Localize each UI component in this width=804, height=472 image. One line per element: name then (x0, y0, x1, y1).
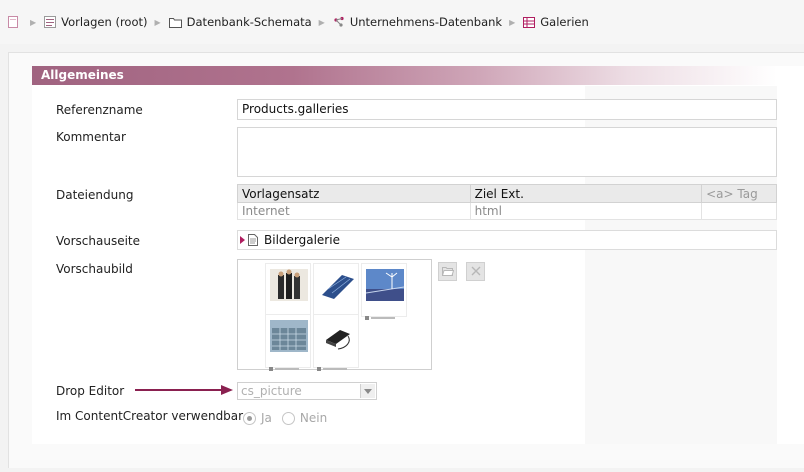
chevron-down-icon[interactable] (360, 384, 375, 398)
solar-panel-image (318, 269, 356, 301)
label-kommentar: Kommentar (56, 130, 126, 144)
referenzname-input[interactable]: Products.galleries (237, 99, 777, 120)
cell-a-tag (701, 202, 777, 220)
people-image (270, 269, 308, 301)
folder-open-icon (441, 265, 454, 279)
label-dateiendung: Dateiendung (56, 188, 134, 202)
breadcrumb-item-vorlagen[interactable]: Vorlagen (root) (44, 15, 148, 29)
separator-icon: ▶ (509, 17, 516, 27)
separator-icon: ▶ (154, 17, 161, 27)
breadcrumb-label: Galerien (540, 15, 589, 29)
preview-image-box[interactable] (237, 259, 432, 371)
breadcrumb: ▶ Vorlagen (root) ▶ Datenbank-Schemata ▶… (0, 0, 804, 44)
charger-image (318, 320, 356, 352)
drop-editor-value: cs_picture (241, 384, 302, 398)
separator-icon: ▶ (30, 17, 37, 27)
breadcrumb-item-galerien[interactable]: Galerien (523, 15, 589, 29)
expand-arrow-icon[interactable] (240, 236, 245, 244)
thumbnail-caption (317, 309, 357, 320)
table-row[interactable]: Internet html (237, 202, 777, 220)
building-image (270, 320, 308, 352)
vorschauseite-field[interactable]: Bildergalerie (237, 230, 777, 250)
folder-template-icon (44, 16, 57, 28)
referenzname-value: Products.galleries (242, 102, 349, 116)
thumbnail-caption (269, 309, 309, 320)
contentcreator-radio-group: Ja Nein (243, 411, 327, 425)
breadcrumb-label: Vorlagen (root) (61, 15, 148, 29)
drop-editor-select[interactable]: cs_picture (237, 382, 377, 400)
kommentar-textarea[interactable] (237, 127, 777, 177)
breadcrumb-label: Unternehmens-Datenbank (349, 15, 503, 29)
table-icon (523, 16, 536, 28)
thumbnail-wind-solar (361, 263, 407, 320)
radio-ja[interactable] (243, 411, 256, 425)
thumbnail-people (265, 263, 311, 320)
wind-solar-image (365, 269, 405, 301)
breadcrumb-label: Datenbank-Schemata (186, 15, 312, 29)
label-vorschauseite: Vorschauseite (56, 234, 141, 248)
thumbnail-building (265, 314, 311, 371)
column-header-vorlagensatz[interactable]: Vorlagensatz (237, 184, 471, 203)
label-im-contentcreator: Im ContentCreator verwendbar (56, 409, 244, 423)
extensions-table: Vorlagensatz Ziel Ext. <a> Tag Internet … (237, 184, 777, 220)
breadcrumb-item-datenbank-schemata[interactable]: Datenbank-Schemata (168, 15, 312, 29)
radio-selected-dot (247, 415, 252, 421)
annotation-arrow-head (221, 385, 233, 395)
radio-nein-label: Nein (299, 411, 328, 425)
separator-icon: ▶ (318, 17, 325, 27)
radio-nein[interactable] (281, 411, 295, 425)
page-icon (248, 234, 258, 246)
cell-ziel-ext: html (469, 202, 703, 220)
column-header-a-tag[interactable]: <a> Tag (701, 184, 777, 203)
thumbnail-solar-panel (313, 263, 359, 320)
radio-ja-label: Ja (261, 411, 272, 425)
database-schema-icon (333, 16, 345, 28)
choose-image-button[interactable] (438, 262, 457, 281)
remove-image-button[interactable] (466, 262, 485, 281)
thumbnail-charger (313, 314, 359, 371)
column-header-ziel-ext[interactable]: Ziel Ext. (469, 184, 703, 203)
breadcrumb-item-unternehmens-datenbank[interactable]: Unternehmens-Datenbank (333, 15, 502, 29)
vorschauseite-value: Bildergalerie (264, 233, 340, 247)
thumbnail-caption (317, 360, 357, 371)
section-header: Allgemeines (32, 66, 777, 85)
label-referenzname: Referenzname (56, 103, 143, 117)
cell-vorlagensatz: Internet (237, 202, 471, 220)
folder-icon (168, 17, 182, 28)
thumbnail-caption (269, 360, 309, 371)
label-drop-editor: Drop Editor (56, 384, 125, 398)
close-icon (471, 265, 481, 279)
annotation-arrow (135, 389, 223, 391)
thumbnail-caption (365, 309, 405, 320)
page-icon (8, 16, 18, 28)
label-vorschaubild: Vorschaubild (56, 262, 133, 276)
